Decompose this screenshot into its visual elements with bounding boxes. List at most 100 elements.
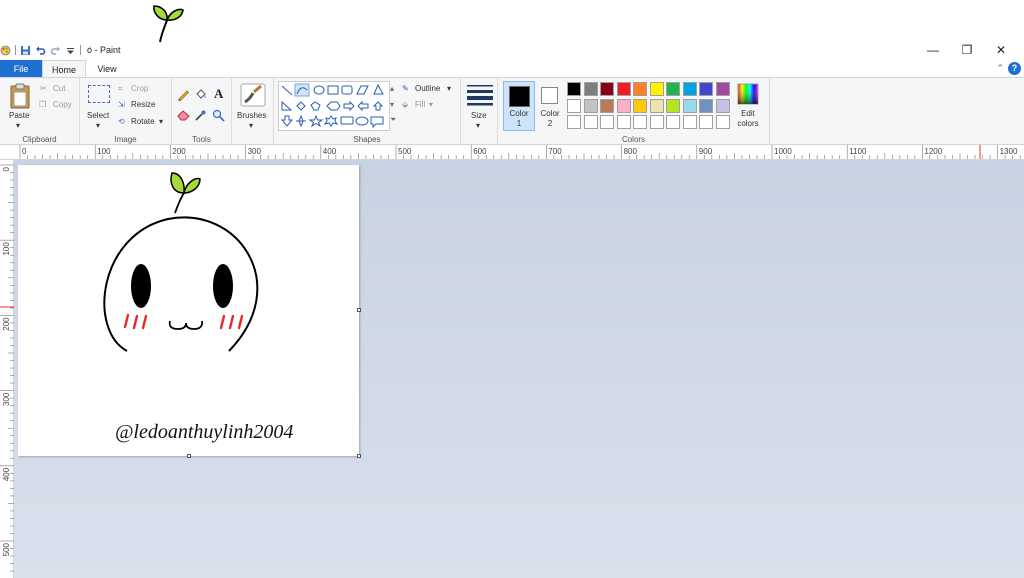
drawing-canvas[interactable]: @ledoanthuylinh2004 <box>18 165 359 456</box>
palette-swatch[interactable] <box>649 115 664 129</box>
vertical-ruler-scale: 0 100 200 300 400 500 <box>0 164 14 572</box>
shapes-scroll-up-icon[interactable]: ▴ <box>390 84 394 93</box>
size-button[interactable]: Size <box>471 111 487 120</box>
right-eye <box>213 264 233 308</box>
brushes-dropdown-arrow[interactable]: ▾ <box>249 121 253 130</box>
outline-button[interactable]: Outline <box>415 84 440 93</box>
palette-swatch[interactable] <box>633 115 647 129</box>
select-icon[interactable] <box>88 85 110 103</box>
customize-qat-icon[interactable] <box>65 45 76 56</box>
qat-separator <box>15 45 16 55</box>
palette-swatch[interactable] <box>715 98 730 113</box>
palette-swatch[interactable] <box>616 115 631 129</box>
sprout-leaf-left <box>170 172 185 194</box>
undo-icon[interactable] <box>35 45 46 56</box>
ruler-label: 0 <box>2 166 11 171</box>
restore-button[interactable]: ❐ <box>950 40 984 60</box>
color1-swatch <box>509 86 530 107</box>
fill-bucket-icon[interactable] <box>194 88 207 101</box>
palette-swatch[interactable] <box>600 98 614 113</box>
paste-button[interactable]: Paste <box>9 111 29 120</box>
palette-swatch[interactable] <box>600 82 614 96</box>
cut-icon: ✂ <box>40 84 47 93</box>
tab-home[interactable]: Home <box>42 60 86 78</box>
palette-swatch[interactable] <box>715 82 730 96</box>
save-icon[interactable] <box>20 45 31 56</box>
palette-swatch[interactable] <box>682 98 697 113</box>
palette-swatch[interactable] <box>649 82 664 96</box>
palette-swatch[interactable] <box>583 82 598 96</box>
color2-swatch <box>541 87 558 104</box>
shapes-expand-icon[interactable]: ⏷ <box>390 115 396 125</box>
copy-button[interactable]: Copy <box>53 100 72 109</box>
paste-icon[interactable] <box>9 83 31 109</box>
palette-swatch[interactable] <box>600 115 614 129</box>
palette-swatch[interactable] <box>666 98 680 113</box>
fill-dropdown-arrow[interactable]: ▾ <box>429 100 433 109</box>
outline-dropdown-arrow[interactable]: ▾ <box>447 84 451 93</box>
ruler-label: 1000 <box>774 147 792 156</box>
color-picker-icon[interactable] <box>194 109 207 121</box>
cut-button[interactable]: Cut <box>53 84 65 93</box>
rotate-dropdown-arrow[interactable]: ▾ <box>159 117 163 126</box>
resize-handle-bottom[interactable] <box>187 454 191 458</box>
quick-access-toolbar: ó - Paint <box>0 43 121 57</box>
size-dropdown-arrow[interactable]: ▾ <box>476 121 480 130</box>
palette-swatch[interactable] <box>567 115 581 129</box>
ruler-label: 700 <box>548 147 562 156</box>
image-group: Select ▾ ⌗ Crop ⇲ Resize ⟲ Rotate ▾ Imag… <box>80 78 172 145</box>
palette-swatch[interactable] <box>682 115 697 129</box>
redo-icon[interactable] <box>50 45 61 56</box>
text-icon[interactable]: A <box>214 86 223 102</box>
magnifier-icon[interactable] <box>212 109 225 122</box>
paint-app-icon[interactable] <box>0 45 11 56</box>
resize-icon: ⇲ <box>118 100 125 109</box>
mouth <box>168 320 203 330</box>
resize-button[interactable]: Resize <box>131 100 155 109</box>
palette-swatch[interactable] <box>633 98 647 113</box>
edit-colors-button[interactable]: Edit colors <box>734 109 762 129</box>
palette-swatch[interactable] <box>682 82 697 96</box>
sprout-decoration <box>153 5 184 43</box>
paste-dropdown-arrow[interactable]: ▾ <box>16 121 20 130</box>
resize-handle-corner[interactable] <box>357 454 361 458</box>
eraser-icon[interactable] <box>177 109 190 121</box>
shapes-gallery <box>278 81 390 131</box>
close-button[interactable]: ✕ <box>984 40 1018 60</box>
palette-swatch[interactable] <box>633 82 647 96</box>
size-group: Size ▾ <box>461 78 498 145</box>
palette-swatch[interactable] <box>699 98 713 113</box>
shapes-gallery-icons[interactable] <box>279 82 389 130</box>
paint-window: ó - Paint — ❐ ✕ File Home View ⌃ ? Paste… <box>0 0 1024 578</box>
brushes-icon[interactable] <box>240 83 266 107</box>
fill-icon: ⬙ <box>402 100 409 109</box>
help-icon[interactable]: ? <box>1008 62 1021 75</box>
palette-swatch[interactable] <box>715 115 730 129</box>
crop-button[interactable]: Crop <box>131 84 148 93</box>
size-icon[interactable] <box>467 84 493 106</box>
edit-colors-icon[interactable] <box>737 83 759 105</box>
rotate-button[interactable]: Rotate <box>131 117 155 126</box>
palette-swatch[interactable] <box>666 115 680 129</box>
tab-file[interactable]: File <box>0 60 42 78</box>
palette-swatch[interactable] <box>616 98 631 113</box>
palette-swatch[interactable] <box>583 98 598 113</box>
resize-handle-right[interactable] <box>357 308 361 312</box>
palette-swatch[interactable] <box>666 82 680 96</box>
palette-swatch[interactable] <box>583 115 598 129</box>
pencil-icon[interactable] <box>177 88 190 101</box>
shapes-scroll-down-icon[interactable]: ▾ <box>390 100 394 109</box>
palette-swatch[interactable] <box>567 82 581 96</box>
select-button[interactable]: Select <box>87 111 109 120</box>
collapse-ribbon-icon[interactable]: ⌃ <box>996 63 1004 74</box>
palette-swatch[interactable] <box>616 82 631 96</box>
palette-swatch[interactable] <box>649 98 664 113</box>
minimize-button[interactable]: — <box>916 40 950 60</box>
palette-swatch[interactable] <box>699 82 713 96</box>
brushes-button[interactable]: Brushes <box>237 111 266 120</box>
select-dropdown-arrow[interactable]: ▾ <box>96 121 100 130</box>
tab-view[interactable]: View <box>88 60 126 78</box>
fill-button[interactable]: Fill <box>415 100 425 109</box>
palette-swatch[interactable] <box>699 115 713 129</box>
palette-swatch[interactable] <box>567 98 581 113</box>
